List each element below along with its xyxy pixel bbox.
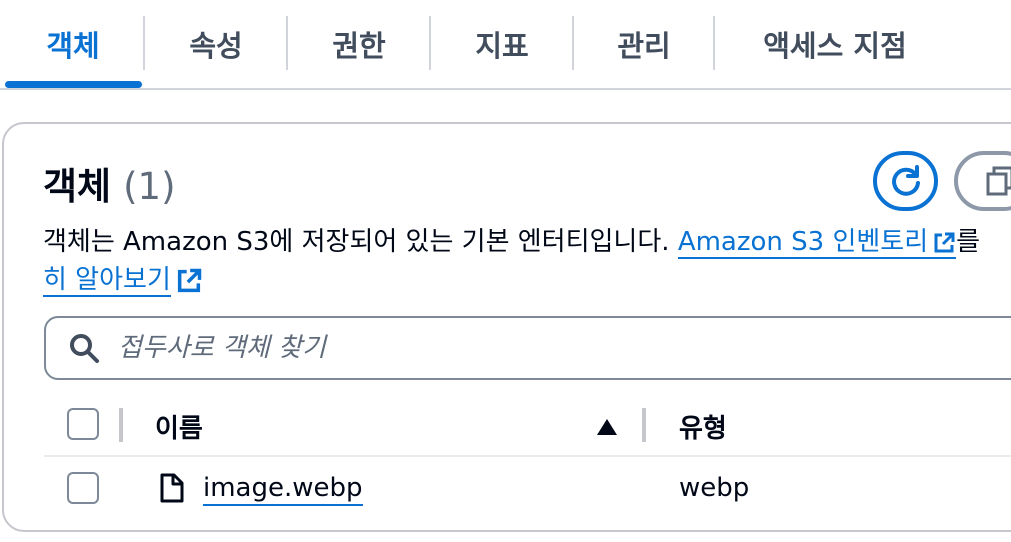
description-tail: 를 (956, 227, 981, 257)
learn-more-link[interactable]: 히 알아보기 (43, 265, 171, 297)
file-icon (160, 473, 184, 503)
select-all-checkbox[interactable] (67, 408, 99, 440)
row-checkbox[interactable] (67, 472, 99, 504)
column-resize-handle[interactable] (642, 408, 646, 442)
external-link-icon (934, 232, 955, 252)
search-input[interactable] (118, 333, 918, 363)
column-header-name[interactable]: 이름 (155, 408, 203, 445)
tab-management[interactable]: 관리 (574, 0, 714, 88)
tab-metrics[interactable]: 지표 (431, 0, 573, 88)
refresh-icon (891, 165, 920, 196)
object-type: webp (679, 473, 750, 503)
column-divider (119, 408, 123, 442)
tab-objects[interactable]: 객체 (0, 0, 146, 88)
column-header-type[interactable]: 유형 (679, 408, 727, 445)
learn-more-label: 히 알아보기 (43, 265, 171, 295)
search-icon (68, 332, 100, 364)
objects-header: 객체 (1) (43, 156, 176, 210)
learn-more-line: 히 알아보기 (43, 260, 203, 300)
objects-description: 객체는 Amazon S3에 저장되어 있는 기본 엔터티입니다. Amazon… (43, 222, 1011, 262)
object-name-link[interactable]: image.webp (203, 472, 363, 506)
description-text: 객체는 Amazon S3에 저장되어 있는 기본 엔터티입니다. (43, 227, 670, 257)
copy-s3-uri-button[interactable] (954, 151, 1011, 211)
active-tab-indicator (5, 81, 142, 88)
tab-permissions[interactable]: 권한 (288, 0, 430, 88)
inventory-link[interactable]: Amazon S3 인벤토리 (677, 227, 957, 259)
page-title: 객체 (43, 165, 112, 208)
copy-icon (986, 166, 1011, 196)
tab-access-points[interactable]: 액세스 지점 (715, 0, 955, 88)
sort-ascending-icon[interactable] (596, 418, 618, 436)
tab-properties[interactable]: 속성 (145, 0, 287, 88)
search-box[interactable] (44, 316, 1011, 380)
inventory-link-label: Amazon S3 인벤토리 (677, 227, 929, 257)
refresh-button[interactable] (873, 151, 938, 211)
header-divider (44, 455, 1011, 457)
object-count: (1) (123, 165, 176, 208)
tab-bar: 객체 속성 권한 지표 관리 액세스 지점 (0, 0, 1011, 90)
external-link-icon (177, 268, 202, 292)
